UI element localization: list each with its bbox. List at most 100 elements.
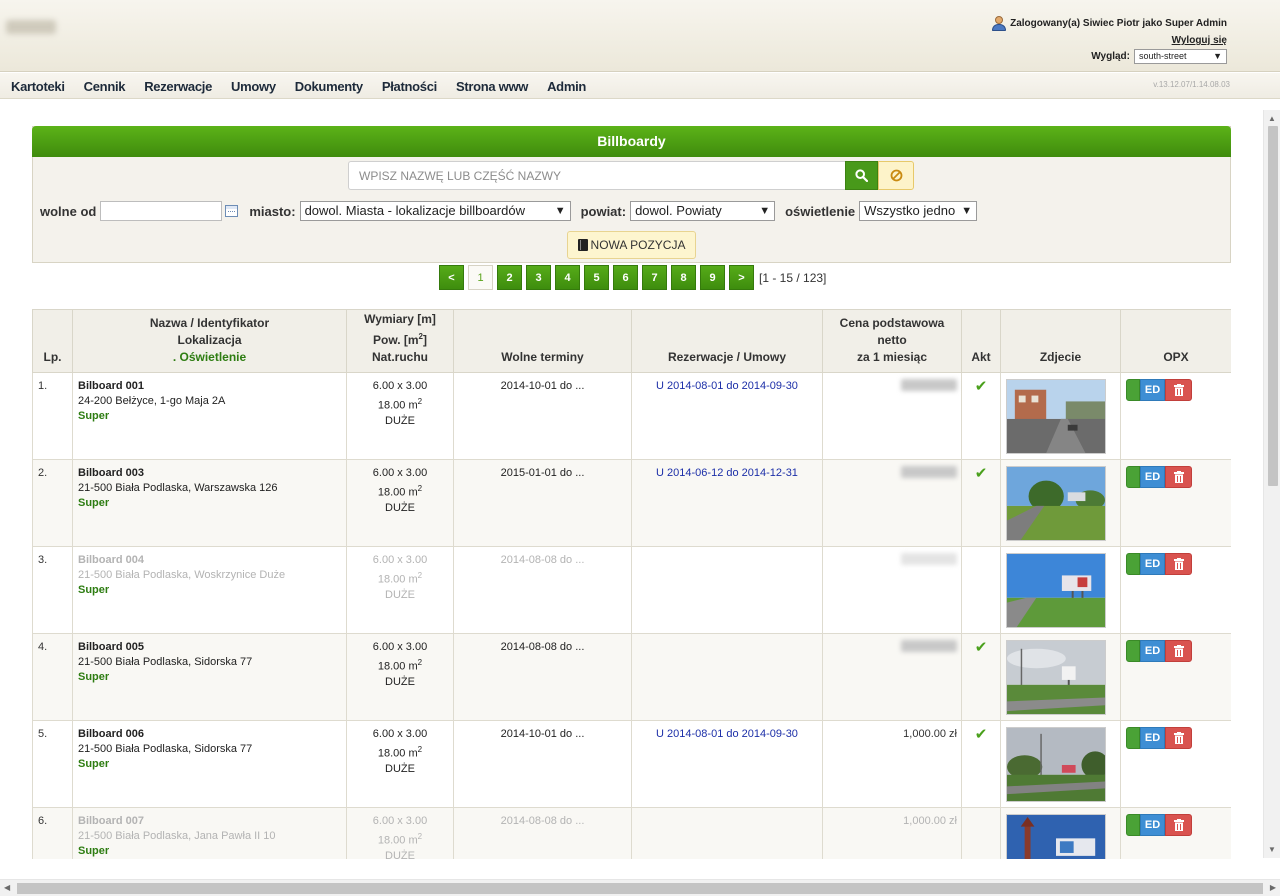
- col-lp[interactable]: Lp.: [32, 309, 73, 373]
- move-handle-button[interactable]: [1126, 379, 1140, 401]
- free-from-date-input[interactable]: [100, 201, 223, 221]
- search-input[interactable]: [348, 161, 845, 190]
- trash-icon: [1173, 558, 1184, 570]
- row-traffic: DUŻE: [385, 501, 415, 514]
- billboard-photo[interactable]: [1006, 727, 1109, 802]
- billboard-photo[interactable]: [1006, 640, 1106, 715]
- row-traffic: DUŻE: [385, 414, 415, 427]
- row-lighting: Super: [78, 584, 110, 596]
- row-name[interactable]: Bilboard 003: [78, 466, 341, 481]
- row-name[interactable]: Bilboard 001: [78, 379, 341, 394]
- delete-button[interactable]: [1165, 553, 1192, 575]
- delete-button[interactable]: [1165, 727, 1192, 749]
- page-prev-button[interactable]: <: [439, 265, 464, 290]
- col-photo[interactable]: Zdjecie: [1000, 309, 1121, 373]
- horizontal-scrollbar[interactable]: ◀ ▶: [0, 879, 1280, 896]
- reservation-link[interactable]: U 2014-06-12 do 2014-12-31: [656, 467, 798, 479]
- scroll-left-icon[interactable]: ◀: [4, 883, 10, 892]
- row-lp: 3.: [32, 546, 73, 634]
- move-handle-button[interactable]: [1126, 727, 1140, 749]
- page-button-6[interactable]: 6: [613, 265, 638, 290]
- trash-icon: [1173, 384, 1184, 396]
- delete-button[interactable]: [1165, 466, 1192, 488]
- logged-user-text: Zalogowany(a) Siwiec Piotr jako Super Ad…: [1010, 17, 1227, 29]
- row-address: 21-500 Biała Podlaska, Sidorska 77: [78, 656, 253, 668]
- theme-select[interactable]: south-street ▼: [1134, 49, 1227, 64]
- move-handle-button[interactable]: [1126, 814, 1140, 836]
- edit-button[interactable]: ED: [1140, 553, 1165, 575]
- row-free: 2015-01-01 do ...: [453, 459, 632, 547]
- city-select[interactable]: dowol. Miasta - lokalizacje billboardów …: [299, 201, 571, 221]
- delete-button[interactable]: [1165, 379, 1192, 401]
- vertical-scroll-thumb[interactable]: [1268, 126, 1278, 486]
- billboard-photo[interactable]: [1006, 814, 1106, 859]
- scroll-down-icon[interactable]: ▼: [1268, 845, 1276, 854]
- row-area: 18.00 m: [377, 399, 418, 412]
- filter-panel: Billboardy wolne od miasto: dowol. Miast…: [32, 126, 1231, 263]
- col-active[interactable]: Akt: [961, 309, 1001, 373]
- page-button-2[interactable]: 2: [497, 265, 522, 290]
- clear-search-button[interactable]: [878, 161, 914, 190]
- page-button-7[interactable]: 7: [642, 265, 667, 290]
- row-name[interactable]: Bilboard 007: [78, 814, 341, 829]
- col-opx[interactable]: OPX: [1120, 309, 1231, 373]
- billboard-photo[interactable]: [1006, 379, 1106, 454]
- col-name[interactable]: Nazwa / Identyfikator Lokalizacja . Oświ…: [72, 309, 347, 373]
- row-lighting: Super: [78, 758, 110, 770]
- horizontal-scroll-thumb[interactable]: [17, 883, 1263, 894]
- row-address: 24-200 Bełżyce, 1-go Maja 2A: [78, 395, 226, 407]
- page-button-9[interactable]: 9: [700, 265, 725, 290]
- scroll-right-icon[interactable]: ▶: [1270, 883, 1276, 892]
- menu-item-platnosci[interactable]: Płatności: [382, 79, 437, 94]
- reservation-link[interactable]: U 2014-08-01 do 2014-09-30: [656, 380, 798, 392]
- move-handle-button[interactable]: [1126, 553, 1140, 575]
- col-reservations[interactable]: Rezerwacje / Umowy: [631, 309, 823, 373]
- row-name[interactable]: Bilboard 006: [78, 727, 341, 742]
- lighting-select[interactable]: Wszystko jedno ▼: [859, 201, 978, 221]
- col-dimensions[interactable]: Wymiary [m] Pow. [m2] Nat.ruchu: [346, 309, 454, 373]
- edit-button[interactable]: ED: [1140, 379, 1165, 401]
- edit-button[interactable]: ED: [1140, 814, 1165, 836]
- col-price[interactable]: Cena podstawowa netto za 1 miesiąc: [822, 309, 962, 373]
- edit-button[interactable]: ED: [1140, 640, 1165, 662]
- menu-item-dokumenty[interactable]: Dokumenty: [295, 79, 363, 94]
- logo[interactable]: [6, 20, 56, 34]
- col-price-line3: za 1 miesiąc: [856, 350, 928, 364]
- page-button-5[interactable]: 5: [584, 265, 609, 290]
- delete-button[interactable]: [1165, 814, 1192, 836]
- page-button-8[interactable]: 8: [671, 265, 696, 290]
- search-button[interactable]: [845, 161, 878, 190]
- reservation-link[interactable]: U 2014-08-01 do 2014-09-30: [656, 728, 798, 740]
- calendar-icon[interactable]: [225, 205, 239, 217]
- col-free[interactable]: Wolne terminy: [453, 309, 632, 373]
- logout-link[interactable]: Wyloguj się: [992, 35, 1227, 46]
- move-handle-button[interactable]: [1126, 466, 1140, 488]
- menu-item-umowy[interactable]: Umowy: [231, 79, 276, 94]
- page-next-button[interactable]: >: [729, 265, 754, 290]
- scroll-up-icon[interactable]: ▲: [1268, 114, 1276, 123]
- page-button-3[interactable]: 3: [526, 265, 551, 290]
- billboard-photo[interactable]: [1006, 553, 1106, 628]
- row-lighting: Super: [78, 410, 110, 422]
- county-select[interactable]: dowol. Powiaty ▼: [630, 201, 776, 221]
- page-button-4[interactable]: 4: [555, 265, 580, 290]
- menu-item-admin[interactable]: Admin: [547, 79, 586, 94]
- menu-item-strona-www[interactable]: Strona www: [456, 79, 528, 94]
- row-name[interactable]: Bilboard 005: [78, 640, 341, 655]
- row-active: [961, 807, 1001, 859]
- menu-item-kartoteki[interactable]: Kartoteki: [11, 79, 65, 94]
- search-icon: [855, 169, 868, 182]
- check-icon: ✔: [974, 726, 988, 743]
- move-handle-button[interactable]: [1126, 640, 1140, 662]
- edit-button[interactable]: ED: [1140, 466, 1165, 488]
- menu-item-rezerwacje[interactable]: Rezerwacje: [144, 79, 212, 94]
- new-item-button[interactable]: NOWA POZYCJA: [567, 231, 696, 259]
- billboard-photo[interactable]: [1006, 466, 1106, 541]
- delete-button[interactable]: [1165, 640, 1192, 662]
- vertical-scrollbar[interactable]: ▲ ▼: [1263, 110, 1280, 858]
- row-name-cell: Bilboard 001 24-200 Bełżyce, 1-go Maja 2…: [72, 372, 347, 460]
- menu-item-cennik[interactable]: Cennik: [84, 79, 126, 94]
- page-button-1[interactable]: 1: [468, 265, 493, 290]
- row-name[interactable]: Bilboard 004: [78, 553, 341, 568]
- edit-button[interactable]: ED: [1140, 727, 1165, 749]
